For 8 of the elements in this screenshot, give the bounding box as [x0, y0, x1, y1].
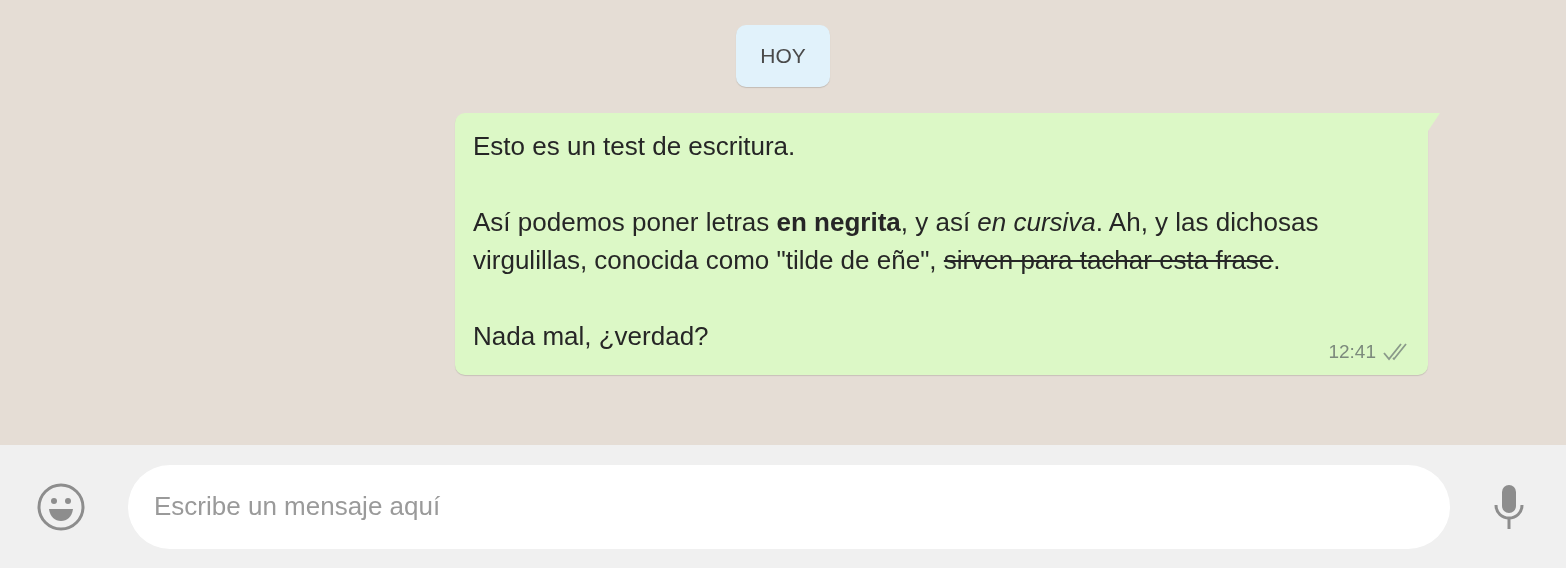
message-input[interactable]: Escribe un mensaje aquí	[128, 464, 1450, 549]
emoji-icon[interactable]	[36, 481, 86, 532]
message-time: 12:41	[1328, 341, 1376, 363]
message-text: Esto es un test de escritura.	[473, 130, 796, 163]
message-text: Así podemos poner letras en negrita, y así en cursiva. Ah, y las dichosas virgulillas, conocida como "tilde de eñe", sirven para tachar esta frase.	[473, 206, 1320, 277]
date-badge: HOY	[736, 25, 830, 87]
message-text: Nada mal, ¿verdad?	[473, 320, 709, 353]
microphone-icon[interactable]	[1492, 483, 1526, 530]
